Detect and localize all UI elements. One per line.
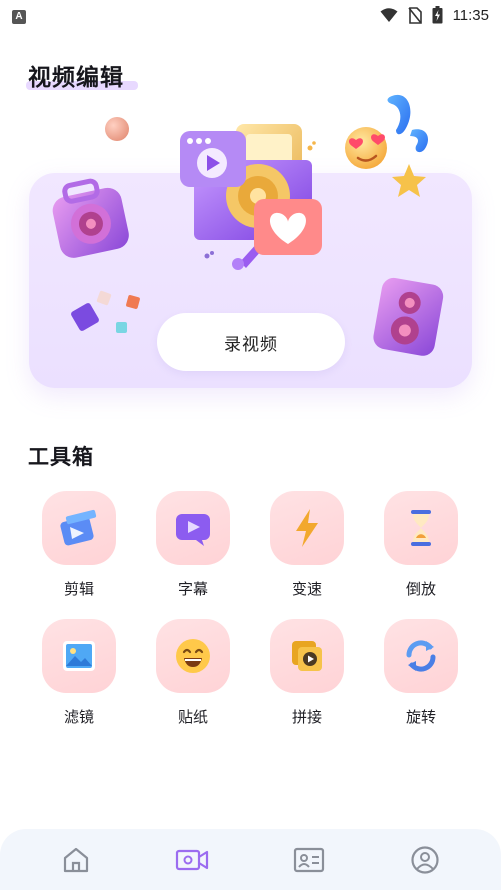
notification-a-badge: A bbox=[12, 9, 26, 24]
battery-charging-icon bbox=[432, 6, 443, 24]
tool-sticker[interactable]: 贴纸 bbox=[148, 619, 238, 729]
id-card-icon bbox=[293, 847, 324, 872]
bottom-navigation bbox=[0, 829, 501, 890]
tool-reverse[interactable]: 倒放 bbox=[376, 491, 466, 601]
nav-home[interactable] bbox=[46, 835, 106, 885]
tool-label: 剪辑 bbox=[63, 580, 94, 598]
video-camera-icon bbox=[176, 849, 209, 870]
subtitle-play-icon bbox=[176, 514, 210, 546]
hourglass-icon bbox=[411, 510, 431, 546]
tool-rotate-icon-box[interactable] bbox=[384, 619, 458, 693]
tool-filter-icon-box[interactable] bbox=[42, 619, 116, 693]
heart-eyes-emoji bbox=[345, 127, 387, 169]
rotate-arrows-icon bbox=[406, 640, 436, 672]
toolbox-title: 工具箱 bbox=[28, 445, 94, 469]
tool-filter[interactable]: 滤镜 bbox=[34, 619, 124, 729]
video-edit-title-text: 视频编辑 bbox=[28, 65, 124, 91]
status-left: A bbox=[12, 7, 26, 24]
tool-speed-icon-box[interactable] bbox=[270, 491, 344, 565]
tool-rotate[interactable]: 旋转 bbox=[376, 619, 466, 729]
tool-label: 拼接 bbox=[291, 708, 322, 726]
wifi-icon bbox=[380, 8, 398, 22]
tool-subtitle[interactable]: 字幕 bbox=[148, 491, 238, 601]
nav-video[interactable] bbox=[162, 835, 222, 885]
tool-speed[interactable]: 变速 bbox=[262, 491, 352, 601]
tool-label: 字幕 bbox=[177, 580, 208, 598]
tool-splice-icon-box[interactable] bbox=[270, 619, 344, 693]
smile-emoji-icon bbox=[176, 639, 210, 673]
landscape-picture-icon bbox=[63, 641, 95, 671]
tool-trim[interactable]: 剪辑 bbox=[34, 491, 124, 601]
tool-reverse-icon-box[interactable] bbox=[384, 491, 458, 565]
clock-time: 11:35 bbox=[452, 6, 489, 24]
tool-label: 倒放 bbox=[405, 580, 436, 598]
nav-profile-card[interactable] bbox=[279, 835, 339, 885]
record-video-button[interactable]: 录视频 bbox=[157, 313, 345, 371]
tool-label: 变速 bbox=[291, 580, 322, 598]
blue-splash bbox=[387, 94, 428, 153]
tool-sticker-icon-box[interactable] bbox=[156, 619, 230, 693]
clapperboard-icon bbox=[60, 509, 97, 546]
no-sim-icon bbox=[407, 6, 422, 24]
tool-trim-icon-box[interactable] bbox=[42, 491, 116, 565]
tool-subtitle-icon-box[interactable] bbox=[156, 491, 230, 565]
tool-label: 贴纸 bbox=[177, 708, 208, 726]
tool-label: 滤镜 bbox=[63, 708, 94, 726]
home-icon bbox=[64, 847, 89, 872]
tool-splice[interactable]: 拼接 bbox=[262, 619, 352, 729]
decor-ball bbox=[105, 117, 129, 141]
nav-me[interactable] bbox=[395, 835, 455, 885]
tool-label: 旋转 bbox=[405, 708, 436, 726]
status-bar: A 11:35 bbox=[0, 0, 501, 30]
stacked-video-icon bbox=[292, 641, 322, 671]
video-edit-title: 视频编辑 bbox=[26, 58, 138, 92]
lightning-icon bbox=[296, 509, 318, 547]
user-profile-icon bbox=[411, 845, 439, 874]
status-right: 11:35 bbox=[380, 6, 489, 24]
